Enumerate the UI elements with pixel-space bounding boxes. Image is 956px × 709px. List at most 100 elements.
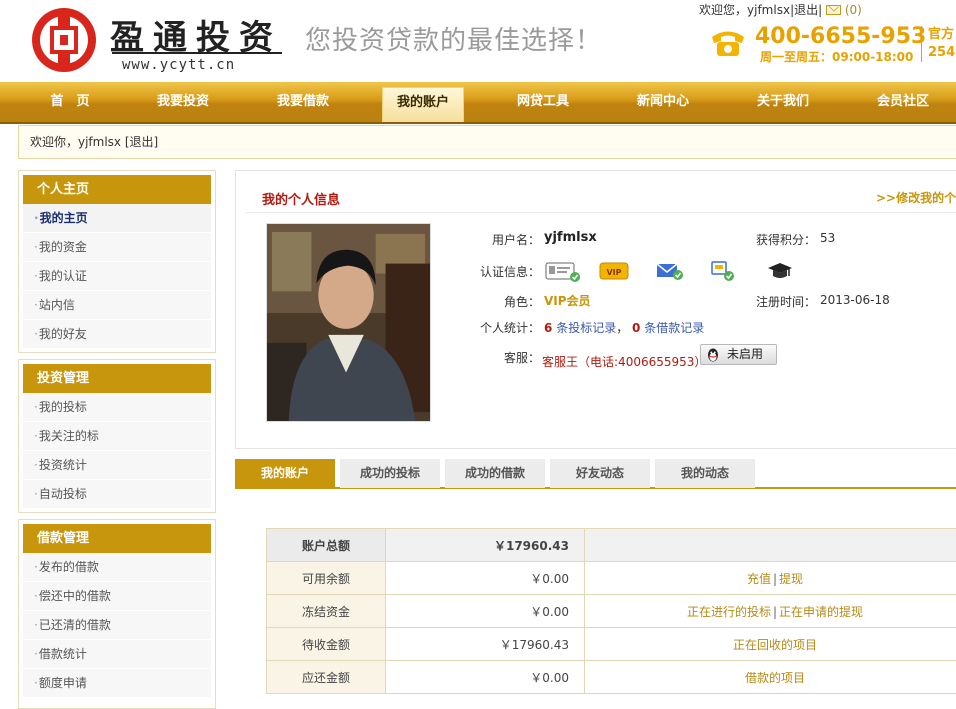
tab-successful-loans[interactable]: 成功的借款	[445, 459, 545, 488]
service-name: 客服王	[542, 355, 578, 369]
vip-icon-text: VIP	[606, 268, 621, 277]
table-row: 冻结资金 ￥0.00 正在进行的投标|正在申请的提现	[267, 595, 956, 628]
bid-count: 6	[544, 321, 552, 335]
loan-records-link[interactable]: 条借款记录	[644, 321, 704, 335]
loan-projects-link[interactable]: 借款的项目	[745, 671, 805, 685]
mail-count-link[interactable]: (0)	[845, 3, 862, 17]
nav-invest[interactable]: 我要投资	[138, 82, 228, 122]
sidebar-item-credit-apply[interactable]: 额度申请	[23, 669, 211, 698]
row-actions-payable: 借款的项目	[585, 661, 956, 694]
pending-withdrawals-link[interactable]: 正在申请的提现	[779, 605, 863, 619]
official-label: 官方	[928, 26, 956, 44]
recovering-projects-link[interactable]: 正在回收的项目	[733, 638, 817, 652]
mail-icon[interactable]	[826, 5, 841, 15]
education-cap-icon[interactable]	[767, 261, 793, 281]
points-value: 53	[820, 231, 835, 245]
row-actions-available: 充值|提现	[585, 562, 956, 595]
sidebar-item-loan-stats[interactable]: 借款统计	[23, 640, 211, 669]
row-label-receivable: 待收金额	[267, 628, 386, 661]
service-phone: （电话:4006655953）	[578, 355, 706, 369]
nav-news[interactable]: 新闻中心	[618, 82, 708, 122]
topbar-username-link[interactable]: yjfmlsx	[747, 3, 790, 17]
table-row: 账户总额 ￥17960.43	[267, 529, 956, 562]
table-row: 可用余额 ￥0.00 充值|提现	[267, 562, 956, 595]
row-actions-total	[585, 529, 956, 562]
company-logo-icon[interactable]	[30, 6, 98, 74]
nav-borrow[interactable]: 我要借款	[258, 82, 348, 122]
qq-status: 未启用	[727, 347, 763, 361]
site-slogan: 您投资贷款的最佳选择！	[305, 20, 602, 57]
role-label: 角色：	[480, 293, 540, 310]
sidebar-item-paid-loans[interactable]: 已还清的借款	[23, 611, 211, 640]
row-label-payable: 应还金额	[267, 661, 386, 694]
sidebar-title-invest: 投资管理	[23, 364, 211, 393]
topbar-greeting: 欢迎您，	[699, 3, 747, 17]
welcome-text: 欢迎你，yjfmlsx [退出]	[30, 135, 158, 149]
table-row: 待收金额 ￥17960.43 正在回收的项目	[267, 628, 956, 661]
sidebar-item-auto-bid[interactable]: 自动投标	[23, 480, 211, 509]
hotline-number: 400-6655-953	[755, 24, 926, 49]
sidebar-item-inbox[interactable]: 站内信	[23, 291, 211, 320]
tab-my-activity[interactable]: 我的动态	[655, 459, 755, 488]
service-hours: 周一至周五：09:00-18:00	[760, 48, 913, 65]
phone-verified-icon[interactable]	[710, 259, 736, 283]
sidebar-loans: 借款管理 发布的借款 偿还中的借款 已还清的借款 借款统计 额度申请	[18, 519, 216, 709]
sidebar-item-invest-stats[interactable]: 投资统计	[23, 451, 211, 480]
welcome-bar: 欢迎你，yjfmlsx [退出]	[18, 125, 956, 159]
nav-loan-tools[interactable]: 网贷工具	[498, 82, 588, 122]
register-date: 2013-06-18	[820, 293, 890, 307]
row-label-total: 账户总额	[267, 529, 386, 562]
sidebar-invest: 投资管理 我的投标 我关注的标 投资统计 自动投标	[18, 359, 216, 513]
email-verified-icon[interactable]	[656, 261, 684, 281]
nav-about[interactable]: 关于我们	[738, 82, 828, 122]
row-value-payable: ￥0.00	[386, 661, 585, 694]
tab-friend-activity[interactable]: 好友动态	[550, 459, 650, 488]
table-row: 应还金额 ￥0.00 借款的项目	[267, 661, 956, 694]
sidebar-personal: 个人主页 我的主页 我的资金 我的认证 站内信 我的好友	[18, 170, 216, 353]
topbar-logout-link[interactable]: 退出	[794, 3, 818, 17]
sidebar-item-repaying-loans[interactable]: 偿还中的借款	[23, 582, 211, 611]
account-tabs: 我的账户 成功的投标 成功的借款 好友动态 我的动态	[235, 459, 956, 489]
stats-separator: ，	[616, 321, 628, 335]
telephone-icon	[709, 27, 747, 59]
sidebar-item-my-home[interactable]: 我的主页	[23, 204, 211, 233]
top-user-bar: 欢迎您，yjfmlsx|退出| (0)	[699, 1, 862, 18]
site-header: 盈通投资 www.ycytt.cn 您投资贷款的最佳选择！ 欢迎您，yjfmls…	[0, 0, 956, 82]
row-label-frozen: 冻结资金	[267, 595, 386, 628]
nav-my-account[interactable]: 我的账户	[382, 87, 464, 122]
row-actions-frozen: 正在进行的投标|正在申请的提现	[585, 595, 956, 628]
nav-home[interactable]: 首 页	[25, 82, 115, 122]
logo-underline	[112, 52, 282, 54]
sidebar-item-my-auth[interactable]: 我的认证	[23, 262, 211, 291]
profile-panel: 我的个人信息 >>修改我的个 用户名： yjfmlsx 获得积分： 53 认证信…	[235, 170, 956, 449]
sidebar-item-friends[interactable]: 我的好友	[23, 320, 211, 349]
divider	[246, 212, 956, 213]
sidebar-item-my-bids[interactable]: 我的投标	[23, 393, 211, 422]
bid-records-link[interactable]: 条投标记录	[556, 321, 616, 335]
topbar-separator: |	[818, 3, 822, 17]
nav-community[interactable]: 会员社区	[858, 82, 948, 122]
sidebar-title-personal: 个人主页	[23, 175, 211, 204]
official-contact: 官方 2549	[921, 26, 956, 62]
id-card-icon[interactable]	[544, 260, 582, 284]
tab-successful-bids[interactable]: 成功的投标	[340, 459, 440, 488]
pipe-separator: |	[773, 572, 777, 586]
row-value-total: ￥17960.43	[386, 529, 585, 562]
role-value: VIP会员	[544, 292, 591, 309]
withdraw-link[interactable]: 提现	[779, 572, 803, 586]
edit-profile-link[interactable]: >>修改我的个	[876, 189, 956, 206]
vip-icon[interactable]: VIP	[599, 261, 629, 281]
recharge-link[interactable]: 充值	[747, 572, 771, 586]
personal-stats: 6 条投标记录， 0 条借款记录	[544, 319, 704, 336]
sidebar-item-watched-bids[interactable]: 我关注的标	[23, 422, 211, 451]
username-value: yjfmlsx	[544, 230, 597, 245]
qq-chat-button[interactable]: 未启用	[700, 344, 777, 365]
active-bids-link[interactable]: 正在进行的投标	[687, 605, 771, 619]
row-value-receivable: ￥17960.43	[386, 628, 585, 661]
sidebar-item-published-loans[interactable]: 发布的借款	[23, 553, 211, 582]
logo-url: www.ycytt.cn	[122, 57, 235, 73]
sidebar-item-my-funds[interactable]: 我的资金	[23, 233, 211, 262]
official-number: 2549	[928, 44, 956, 62]
tab-my-account[interactable]: 我的账户	[235, 459, 335, 488]
register-label: 注册时间：	[746, 293, 816, 310]
